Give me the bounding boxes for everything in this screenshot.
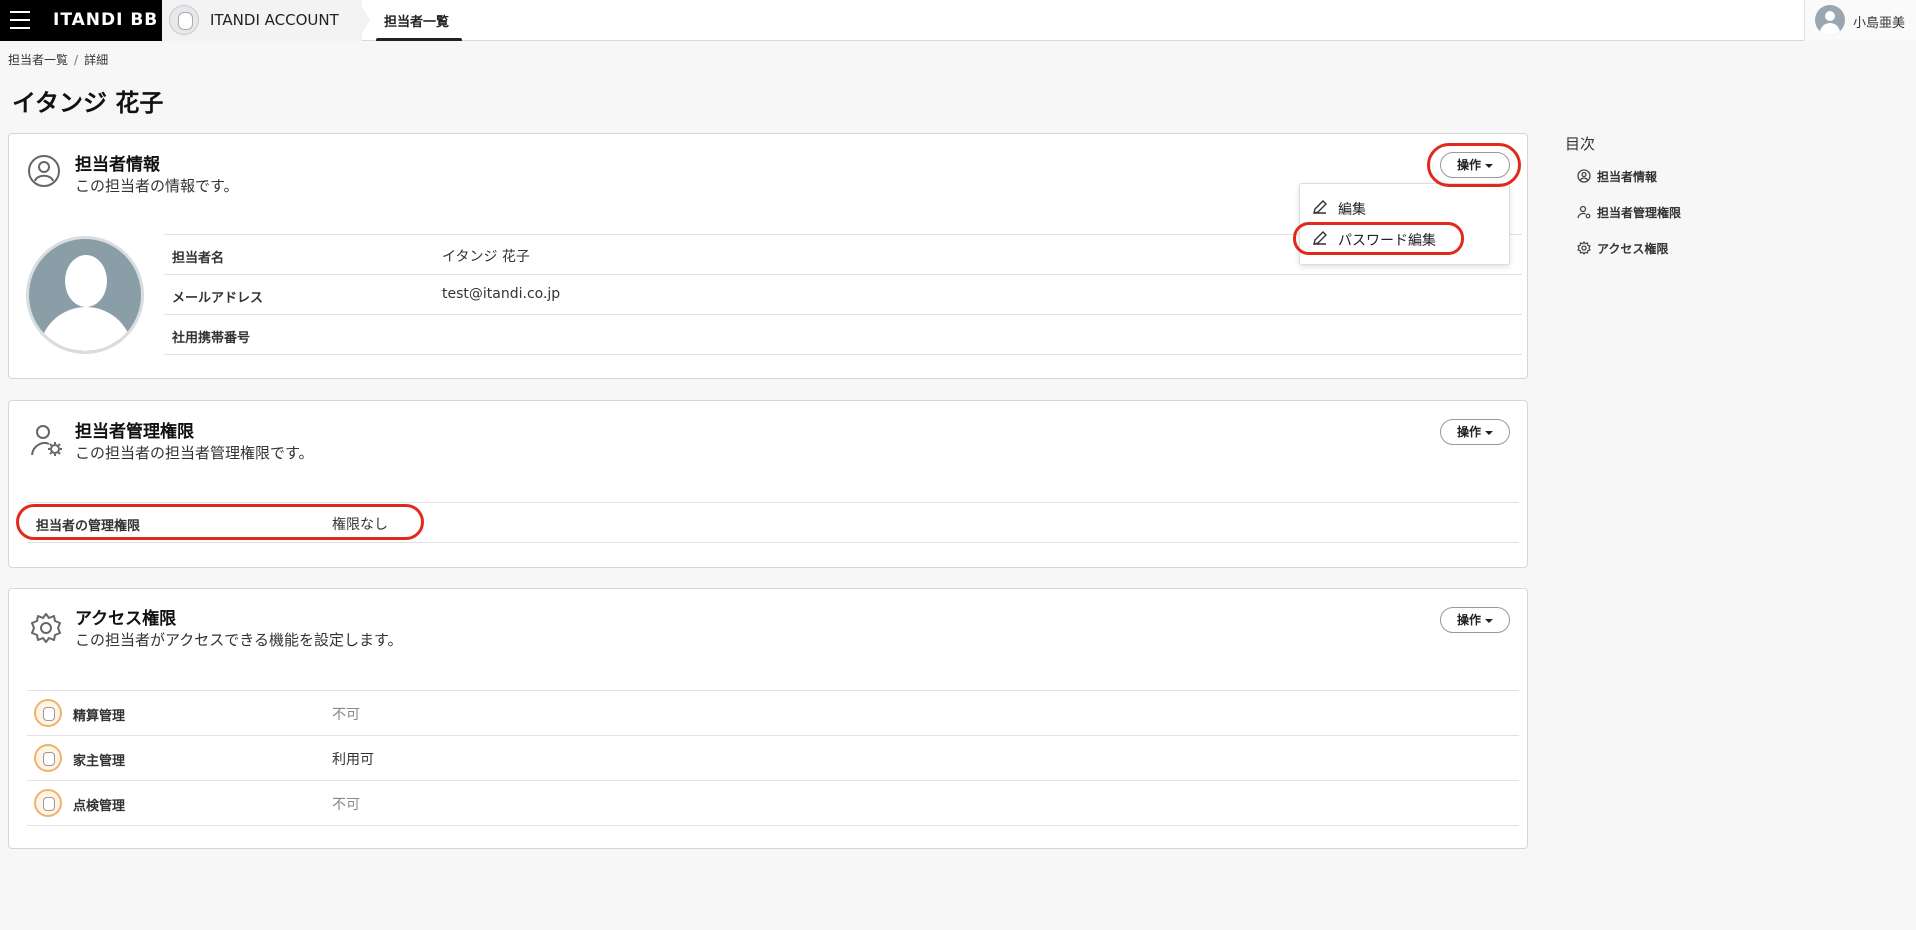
access-permission-card: アクセス権限 この担当者がアクセスできる機能を設定します。 操作 精算管理 不可…: [8, 588, 1528, 849]
toc-item-label: 担当者管理権限: [1597, 206, 1682, 220]
email-label: メールアドレス: [172, 291, 264, 306]
row-divider: [164, 354, 1522, 355]
gear-icon: [31, 613, 61, 643]
admin-permission-value: 権限なし: [332, 517, 388, 533]
staff-avatar: [26, 236, 144, 354]
brand-area: ITANDI BB: [0, 0, 162, 41]
row-divider: [27, 542, 1519, 543]
account-label: ITANDI ACCOUNT: [210, 11, 339, 29]
caret-down-icon: [1485, 618, 1493, 623]
inspection-service-icon: [34, 789, 62, 817]
access-permission-description: この担当者がアクセスできる機能を設定します。: [75, 631, 403, 649]
gear-icon: [1577, 241, 1591, 255]
account-breadcrumb[interactable]: ITANDI ACCOUNT: [162, 0, 362, 41]
admin-permission-description: この担当者の担当者管理権限です。: [75, 444, 314, 462]
row-divider: [27, 690, 1519, 691]
settlement-value: 不可: [332, 707, 360, 723]
staff-info-description: この担当者の情報です。: [75, 177, 239, 195]
brand-logo[interactable]: ITANDI BB: [53, 10, 158, 30]
breadcrumb-separator: /: [74, 53, 79, 67]
landlord-label: 家主管理: [73, 754, 126, 769]
row-divider: [164, 314, 1522, 315]
access-permission-title: アクセス権限: [75, 609, 177, 629]
email-value: test@itandi.co.jp: [442, 286, 561, 302]
admin-permission-operation-button[interactable]: 操作: [1440, 419, 1510, 445]
staff-info-title: 担当者情報: [75, 155, 160, 175]
hamburger-menu-icon[interactable]: [10, 11, 30, 29]
caret-down-icon: [1485, 430, 1493, 435]
pencil-icon: [1313, 231, 1327, 245]
operation-dropdown-menu: 編集 パスワード編集: [1299, 183, 1510, 265]
row-divider: [27, 780, 1519, 781]
breadcrumb: 担当者一覧 / 詳細: [8, 51, 108, 68]
breadcrumb-current: 詳細: [84, 53, 109, 67]
row-divider: [164, 274, 1522, 275]
user-circle-icon: [1577, 169, 1591, 183]
landlord-value: 利用可: [332, 752, 374, 768]
staff-name-value: イタンジ 花子: [442, 249, 530, 265]
tab-staff-list[interactable]: 担当者一覧: [376, 0, 462, 41]
inspection-label: 点検管理: [73, 799, 126, 814]
operation-label: 操作: [1456, 425, 1481, 439]
admin-permission-card: 担当者管理権限 この担当者の担当者管理権限です。 操作 担当者の管理権限 権限な…: [8, 400, 1528, 568]
staff-info-operation-button[interactable]: 操作: [1440, 152, 1510, 178]
pencil-icon: [1313, 200, 1327, 214]
inspection-value: 不可: [332, 797, 360, 813]
toc-title: 目次: [1565, 135, 1596, 153]
user-menu[interactable]: 小島亜美: [1804, 0, 1916, 41]
settlement-label: 精算管理: [73, 709, 126, 724]
menu-item-edit-label: 編集: [1338, 202, 1366, 218]
admin-permission-label: 担当者の管理権限: [36, 519, 141, 534]
menu-item-password-edit-label: パスワード編集: [1338, 233, 1436, 249]
toc-item-label: アクセス権限: [1597, 242, 1669, 256]
operation-label: 操作: [1456, 613, 1481, 627]
user-name: 小島亜美: [1853, 16, 1906, 31]
caret-down-icon: [1485, 163, 1493, 168]
user-gear-icon: [31, 425, 62, 456]
row-divider: [27, 735, 1519, 736]
settlement-service-icon: [34, 699, 62, 727]
user-avatar-icon: [1815, 5, 1845, 35]
page-title: イタンジ 花子: [12, 89, 164, 117]
company-phone-label: 社用携帯番号: [172, 331, 251, 346]
breadcrumb-arrow: [358, 0, 370, 41]
row-divider: [27, 825, 1519, 826]
landlord-service-icon: [34, 744, 62, 772]
user-gear-icon: [1577, 205, 1591, 219]
account-mascot-icon: [169, 5, 199, 35]
admin-permission-title: 担当者管理権限: [75, 422, 194, 442]
row-divider: [27, 502, 1519, 503]
tab-staff-list-label: 担当者一覧: [384, 15, 450, 30]
breadcrumb-parent-link[interactable]: 担当者一覧: [8, 53, 68, 67]
operation-label: 操作: [1456, 158, 1481, 172]
access-permission-operation-button[interactable]: 操作: [1440, 607, 1510, 633]
staff-name-label: 担当者名: [172, 251, 225, 266]
toc-item-label: 担当者情報: [1597, 170, 1658, 184]
user-circle-icon: [28, 155, 60, 187]
top-header: ITANDI BB ITANDI ACCOUNT 担当者一覧 小島亜美: [0, 0, 1916, 41]
